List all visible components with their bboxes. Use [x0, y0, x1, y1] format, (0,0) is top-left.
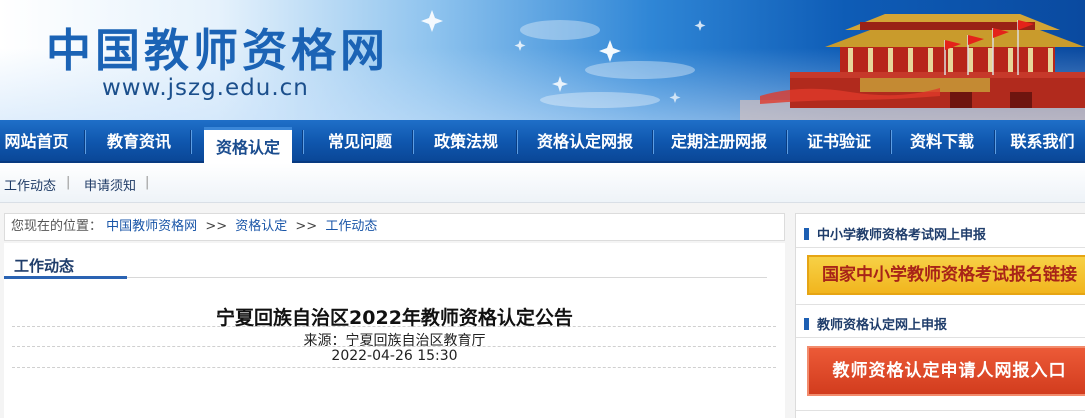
- subnav-item-news[interactable]: 工作动态: [4, 175, 56, 194]
- breadcrumb-arrow: >>: [295, 219, 318, 234]
- section-title: 工作动态: [14, 257, 75, 275]
- sidebar-divider: [796, 304, 1085, 305]
- site-banner: 中国教师资格网 www.jszg.edu.cn: [0, 0, 1085, 120]
- breadcrumb-link-qualification[interactable]: 资格认定: [235, 219, 287, 234]
- bullet-icon: [804, 228, 809, 240]
- subnav-item-guide[interactable]: 申请须知: [84, 175, 136, 194]
- exam-registration-link-button[interactable]: 国家中小学教师资格考试报名链接: [807, 255, 1085, 295]
- bullet-icon: [804, 318, 809, 330]
- breadcrumb: 您现在的位置： 中国教师资格网 >> 资格认定 >> 工作动态: [4, 213, 785, 241]
- nav-separator: [84, 130, 86, 154]
- nav-separator: [890, 130, 892, 154]
- article-date: 2022-04-26 15:30: [331, 348, 458, 364]
- subnav-separator: |: [145, 175, 150, 190]
- article-source: 来源：宁夏回族自治区教育厅: [303, 333, 486, 349]
- nav-item-downloads[interactable]: 资料下载: [896, 120, 988, 163]
- section-divider: [127, 277, 767, 278]
- nav-separator: [652, 130, 654, 154]
- nav-separator: [786, 130, 788, 154]
- nav-item-policies[interactable]: 政策法规: [418, 120, 514, 163]
- cert-apply-entry-button[interactable]: 教师资格认定申请人网报入口: [807, 346, 1085, 396]
- nav-separator: [994, 130, 996, 154]
- breadcrumb-arrow: >>: [205, 219, 228, 234]
- sub-nav: 工作动态 | 申请须知 |: [0, 163, 1085, 203]
- nav-item-verify[interactable]: 证书验证: [792, 120, 886, 163]
- nav-item-registration[interactable]: 定期注册网报: [656, 120, 782, 163]
- nav-item-cert-apply[interactable]: 资格认定网报: [520, 120, 650, 163]
- sidebar-divider: [796, 410, 1085, 411]
- cert-section-heading-text: 教师资格认定网上申报: [817, 318, 948, 333]
- article-title: 宁夏回族自治区2022年教师资格认定公告: [216, 307, 573, 329]
- nav-separator: [412, 130, 414, 154]
- nav-item-qualification[interactable]: 资格认定: [204, 127, 292, 163]
- breadcrumb-link-news[interactable]: 工作动态: [325, 219, 377, 234]
- nav-item-home[interactable]: 网站首页: [0, 120, 73, 163]
- nav-separator: [302, 130, 304, 154]
- cert-section-heading: 教师资格认定网上申报: [804, 314, 947, 333]
- breadcrumb-prefix: 您现在的位置：: [11, 219, 103, 234]
- main-nav: 网站首页 教育资讯 资格认定 常见问题 政策法规 资格认定网报 定期注册网报 证…: [0, 120, 1085, 163]
- breadcrumb-link-home[interactable]: 中国教师资格网: [106, 219, 197, 234]
- nav-item-contact[interactable]: 联系我们: [1000, 120, 1085, 163]
- site-url: www.jszg.edu.cn: [102, 75, 309, 101]
- sidebar-divider: [796, 337, 1085, 338]
- sidebar-divider: [796, 247, 1085, 248]
- sidebar: 中小学教师资格考试网上申报 国家中小学教师资格考试报名链接 教师资格认定网上申报…: [795, 213, 1085, 418]
- nav-separator: [190, 130, 192, 154]
- exam-section-heading: 中小学教师资格考试网上申报: [804, 224, 986, 243]
- nav-item-news[interactable]: 教育资讯: [94, 120, 184, 163]
- nav-item-faq[interactable]: 常见问题: [312, 120, 408, 163]
- site-logo[interactable]: 中国教师资格网: [46, 14, 389, 79]
- dashed-divider: [12, 367, 776, 368]
- content-panel: 工作动态 宁夏回族自治区2022年教师资格认定公告 来源：宁夏回族自治区教育厅 …: [4, 243, 785, 418]
- subnav-separator: |: [66, 175, 71, 190]
- section-title-underline: [4, 276, 127, 279]
- nav-separator: [516, 130, 518, 154]
- exam-section-heading-text: 中小学教师资格考试网上申报: [817, 228, 987, 243]
